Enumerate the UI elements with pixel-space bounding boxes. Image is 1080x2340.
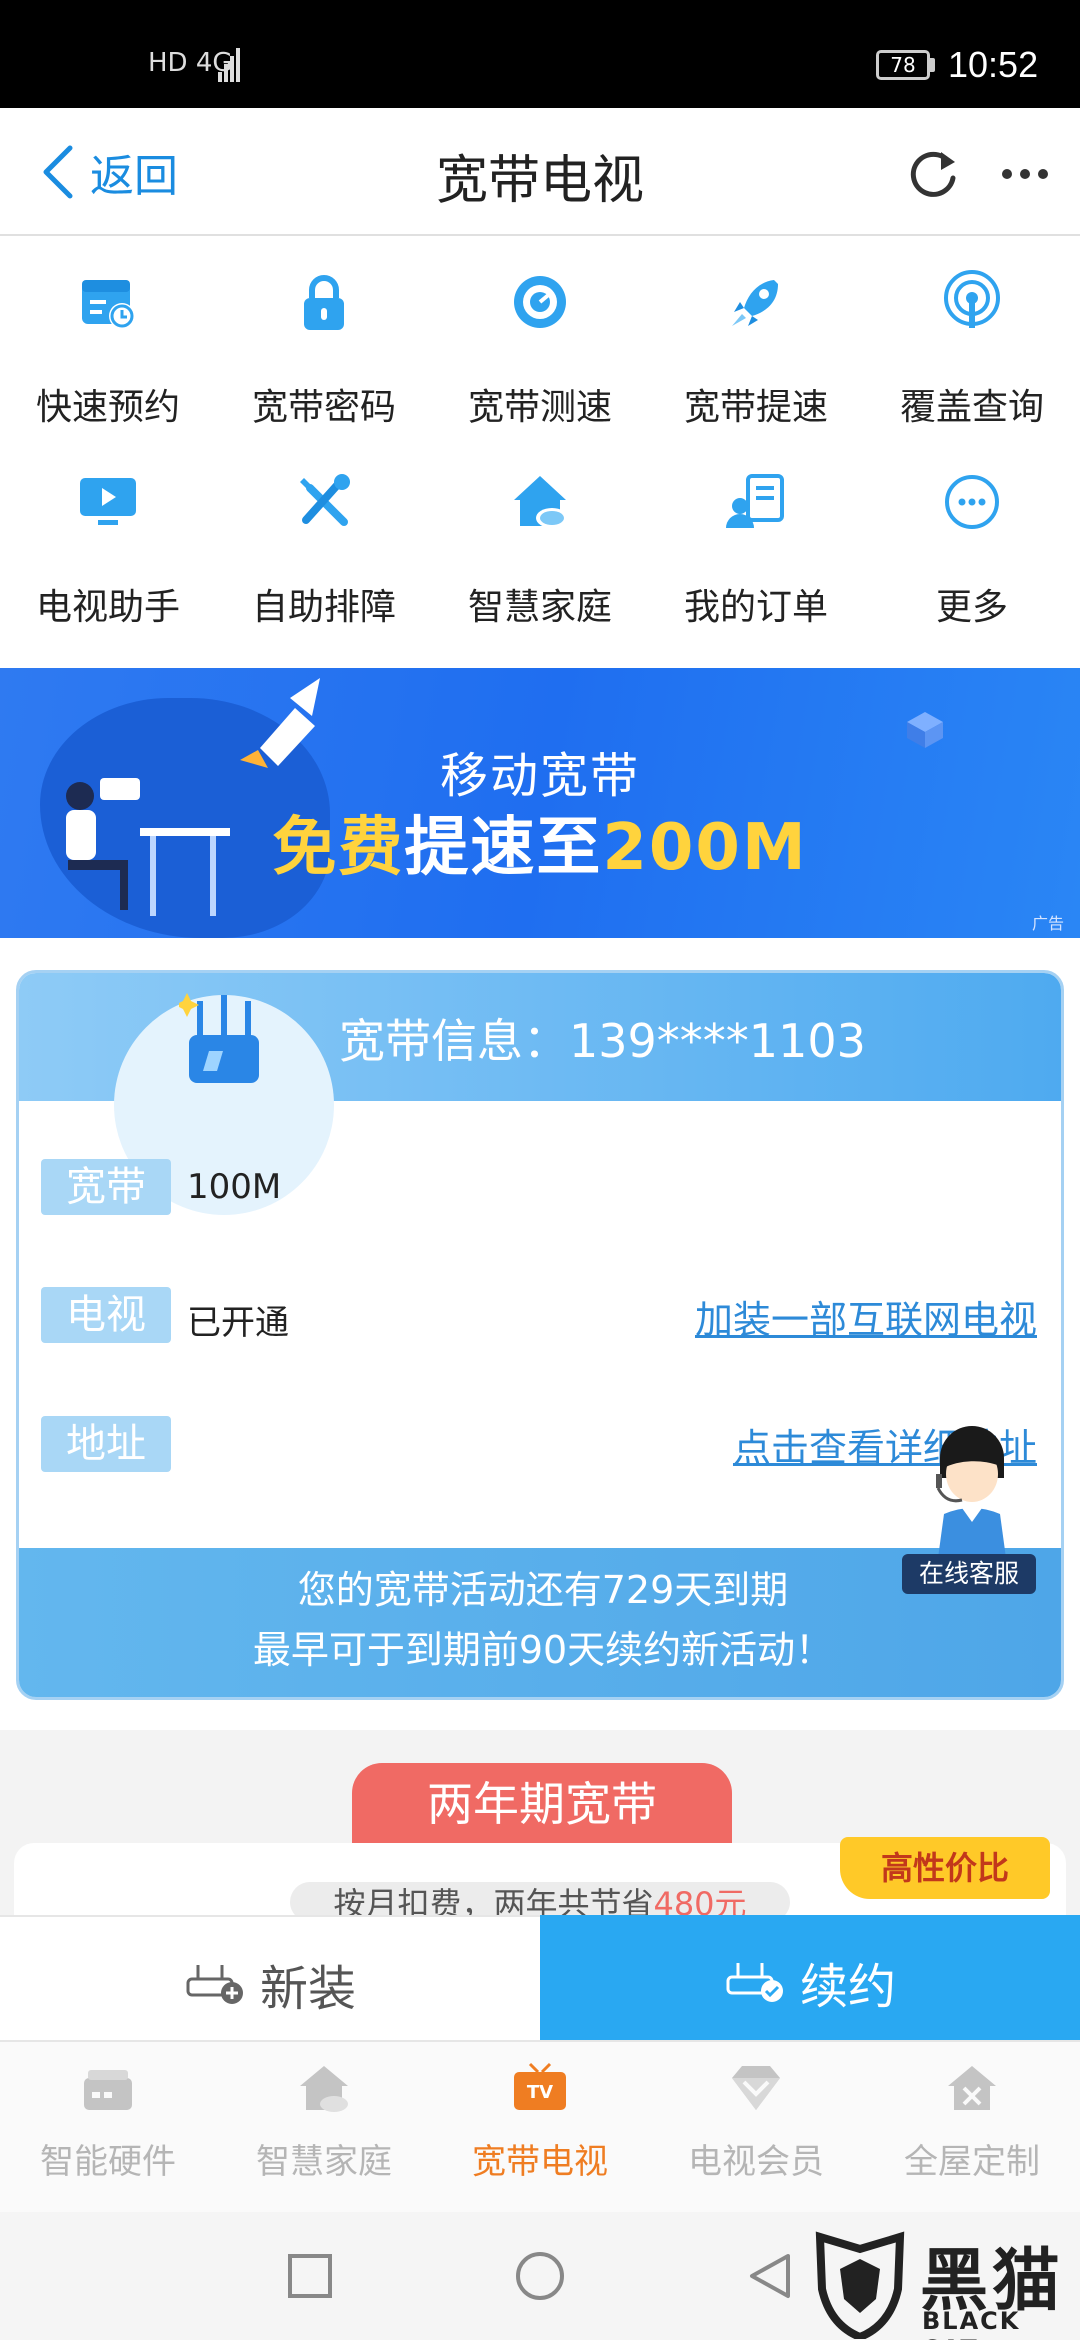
diamond-icon <box>732 2066 780 2110</box>
cube-decoration-icon <box>907 712 943 748</box>
broadband-speed-value: 100M <box>187 1167 282 1207</box>
tv-icon: TV <box>514 2062 566 2110</box>
battery-tip <box>930 58 935 72</box>
more-circle-icon <box>945 475 999 529</box>
tag-broadband: 宽带 <box>41 1159 171 1215</box>
router-icon <box>84 2070 132 2110</box>
svg-text:TV: TV <box>527 2082 553 2103</box>
tab-label: 全屋定制 <box>904 2142 1040 2182</box>
tab-smart-home[interactable]: 智慧家庭 <box>216 2042 432 2214</box>
home-cloud-icon <box>300 2066 348 2112</box>
renew-content: 续约 <box>540 1947 1080 2017</box>
grid-item-tv-assistant[interactable]: 电视助手 <box>0 436 216 636</box>
online-service-button[interactable]: 在线客服 <box>902 1418 1040 1606</box>
grid-label: 我的订单 <box>683 587 828 628</box>
grid-label: 宽带测速 <box>467 387 612 428</box>
calendar-clock-icon <box>82 280 135 329</box>
tag-address: 地址 <box>41 1416 171 1472</box>
grid-item-speed-test[interactable]: 宽带测速 <box>432 236 648 436</box>
tab-tv-membership[interactable]: 电视会员 <box>648 2042 864 2214</box>
tv-status-value: 已开通 <box>187 1303 289 1343</box>
speedometer-icon <box>514 276 566 328</box>
promo-banner[interactable]: 移动宽带 免费提速至200M 广告 <box>0 668 1080 938</box>
new-install-label: 新装 <box>259 1961 356 2017</box>
order-doc-icon <box>726 474 784 528</box>
expiry-line2: 最早可于到期前90天续约新活动！ <box>252 1628 834 1672</box>
watermark-subtext: BLACK CAT <box>922 2307 1021 2340</box>
battery-icon: 78 <box>876 50 930 80</box>
banner-speed-value: 200M <box>602 811 808 885</box>
tag-tv: 电视 <box>41 1287 171 1343</box>
tab-label: 电视会员 <box>688 2142 824 2182</box>
signal-icon <box>218 48 240 82</box>
value-badge: 高性价比 <box>840 1837 1050 1899</box>
router-add-icon <box>186 1965 243 2004</box>
banner-speedup: 提速至 <box>404 811 603 885</box>
tab-label: 宽带电视 <box>472 2142 608 2182</box>
tab-broadband-tv[interactable]: TV 宽带电视 <box>432 2042 648 2214</box>
grid-item-speed-up[interactable]: 宽带提速 <box>648 236 864 436</box>
clock: 10:52 <box>948 44 1039 85</box>
add-internet-tv-link[interactable]: 加装一部互联网电视 <box>695 1289 1037 1344</box>
tab-whole-house-custom[interactable]: 全屋定制 <box>864 2042 1080 2214</box>
grid-item-more[interactable]: 更多 <box>864 436 1080 636</box>
new-install-button[interactable]: 新装 <box>0 1915 540 2040</box>
tools-icon <box>300 474 350 526</box>
refresh-icon[interactable] <box>905 144 965 204</box>
signal-tower-icon <box>944 270 1000 328</box>
grid-item-smart-home[interactable]: 智慧家庭 <box>432 436 648 636</box>
back-triangle-icon[interactable] <box>740 2246 800 2306</box>
banner-line2: 免费提速至200M <box>0 796 1080 888</box>
function-grid: 快速预约 宽带密码 宽带测速 宽带提速 覆盖查询 电视助手 自助排障 智慧家庭 … <box>0 236 1080 668</box>
more-dots-icon[interactable] <box>995 144 1055 204</box>
grid-item-coverage-query[interactable]: 覆盖查询 <box>864 236 1080 436</box>
home-cloud-icon <box>514 476 568 528</box>
grid-label: 智慧家庭 <box>467 587 612 628</box>
product-ribbon: 两年期宽带 <box>352 1763 732 1849</box>
cat-shield-logo-icon <box>815 2231 905 2339</box>
grid-label: 电视助手 <box>35 587 180 628</box>
bottom-tab-bar: 智能硬件 智慧家庭 TV 宽带电视 电视会员 全屋定制 <box>0 2040 1080 2212</box>
grid-label: 宽带密码 <box>251 387 396 428</box>
router-renew-icon <box>726 1963 783 2002</box>
recent-apps-icon[interactable] <box>280 2246 340 2306</box>
black-cat-watermark: 黑猫 BLACK CAT <box>810 2225 1080 2340</box>
online-service-label: 在线客服 <box>902 1554 1036 1594</box>
product-section: 两年期宽带 按月扣费，两年共节省480元 高性价比 <box>0 1730 1080 1923</box>
grid-label: 覆盖查询 <box>899 387 1044 428</box>
house-tools-icon <box>948 2066 996 2110</box>
grid-item-broadband-password[interactable]: 宽带密码 <box>216 236 432 436</box>
tab-label: 智能硬件 <box>40 2142 176 2182</box>
grid-item-quick-appointment[interactable]: 快速预约 <box>0 236 216 436</box>
banner-free: 免费 <box>272 811 405 885</box>
new-install-content: 新装 <box>0 1949 540 2019</box>
card-title: 宽带信息：139****1103 <box>339 1014 866 1068</box>
renew-button[interactable]: 续约 <box>540 1915 1080 2040</box>
grid-label: 自助排障 <box>251 587 396 628</box>
grid-label: 快速预约 <box>35 387 180 428</box>
ad-label: 广告 <box>1032 914 1065 933</box>
grid-label: 宽带提速 <box>683 387 828 428</box>
tv-play-icon <box>80 478 136 525</box>
lock-icon <box>304 275 344 330</box>
grid-label: 更多 <box>935 587 1008 628</box>
router-icon <box>179 993 259 1083</box>
card-header: 宽带信息：139****1103 <box>19 973 1061 1215</box>
tab-smart-hardware[interactable]: 智能硬件 <box>0 2042 216 2214</box>
home-circle-icon[interactable] <box>510 2246 570 2306</box>
rocket-icon <box>732 280 778 326</box>
nav-bar: 返回 宽带电视 <box>0 108 1080 236</box>
agent-avatar-icon <box>936 1426 1006 1558</box>
grid-item-my-orders[interactable]: 我的订单 <box>648 436 864 636</box>
action-bar: 新装 续约 <box>0 1915 1080 2040</box>
grid-item-self-troubleshoot[interactable]: 自助排障 <box>216 436 432 636</box>
renew-label: 续约 <box>799 1959 896 2015</box>
tab-label: 智慧家庭 <box>256 2142 392 2182</box>
status-bar: HD 4G 78 10:52 <box>0 0 1080 108</box>
